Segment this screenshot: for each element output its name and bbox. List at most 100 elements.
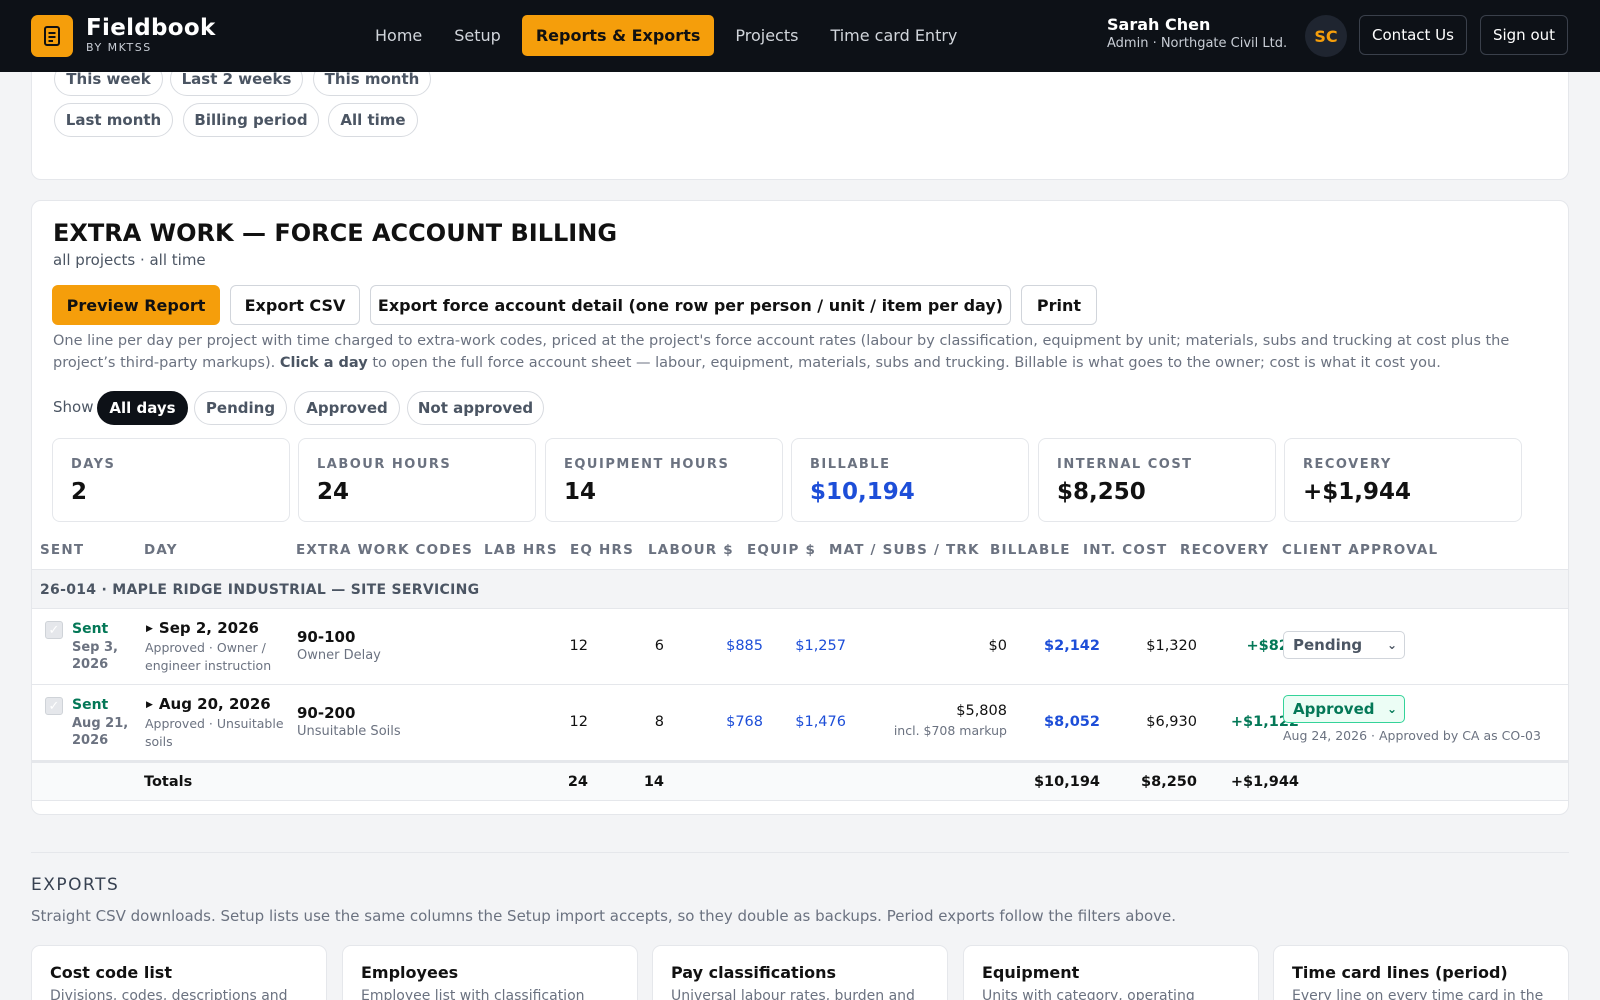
nav-home[interactable]: Home [360, 15, 437, 56]
eq-hrs-value: 8 [654, 714, 664, 730]
sent-checkbox[interactable]: ✓ [45, 621, 63, 639]
mat-value: $0 [988, 638, 1007, 654]
user-name: Sarah Chen [1107, 15, 1211, 34]
export-card-equipment[interactable]: Equipment Units with category, operating [963, 945, 1259, 1000]
expand-triangle-icon[interactable]: ▶ [146, 700, 153, 710]
totals-label: Totals [144, 774, 193, 790]
totals-row: Totals 24 14 $10,194 $8,250 +$1,944 [32, 761, 1568, 801]
brand-name: Fieldbook [86, 15, 216, 41]
col-extra-work-codes[interactable]: EXTRA WORK CODES [296, 542, 473, 558]
labour-value[interactable]: $768 [726, 714, 763, 730]
export-detail-button[interactable]: Export force account detail (one row per… [370, 285, 1011, 325]
brand[interactable]: Fieldbook BY MKTSS [86, 14, 216, 54]
totals-lab-hrs: 24 [567, 774, 588, 790]
export-card-time-card-lines[interactable]: Time card lines (period) Every line on e… [1273, 945, 1569, 1000]
period-chip-all-time[interactable]: All time [328, 103, 418, 137]
nav-setup[interactable]: Setup [439, 15, 516, 56]
table-row[interactable]: ✓ Sent Sep 3, 2026 ▶ Sep 2, 2026 Approved… [32, 609, 1568, 685]
exports-description: Straight CSV downloads. Setup lists use … [31, 907, 1177, 925]
work-code: 90-100 [297, 628, 356, 646]
project-group-label: 26-014 · MAPLE RIDGE INDUSTRIAL — SITE S… [40, 582, 480, 598]
sent-status: Sent [72, 697, 109, 713]
stat-equipment-hours: EQUIPMENT HOURS 14 [545, 438, 783, 522]
stat-internal-cost: INTERNAL COST $8,250 [1038, 438, 1276, 522]
table-row[interactable]: ✓ Sent Aug 21, 2026 ▶ Aug 20, 2026 Approv… [32, 685, 1568, 761]
day-link[interactable]: ▶ Sep 2, 2026 [146, 619, 259, 637]
sent-date: Aug 21, 2026 [72, 716, 129, 748]
int-cost-value: $1,320 [1146, 638, 1197, 654]
chevron-down-icon: ⌄ [1386, 702, 1397, 716]
user-role: Admin · Northgate Civil Ltd. [1107, 36, 1288, 51]
export-card-pay-classifications[interactable]: Pay classifications Universal labour rat… [652, 945, 948, 1000]
approval-note: Aug 24, 2026 · Approved by CA as CO-03 [1283, 728, 1541, 743]
col-mat-subs-trk[interactable]: MAT / SUBS / TRK [829, 542, 980, 558]
filter-all-days[interactable]: All days [97, 391, 188, 425]
expand-triangle-icon[interactable]: ▶ [146, 624, 153, 634]
period-chip-billing-period[interactable]: Billing period [183, 103, 319, 137]
stat-labour-hours: LABOUR HOURS 24 [298, 438, 536, 522]
col-int-cost[interactable]: INT. COST [1083, 542, 1167, 558]
lab-hrs-value: 12 [569, 638, 588, 654]
lab-hrs-value: 12 [569, 714, 588, 730]
client-approval-select[interactable]: Pending ⌄ [1283, 631, 1405, 659]
sent-checkbox[interactable]: ✓ [45, 697, 63, 715]
col-labour[interactable]: LABOUR $ [648, 542, 734, 558]
nav-time-card-entry[interactable]: Time card Entry [815, 15, 972, 56]
int-cost-value: $6,930 [1146, 714, 1197, 730]
top-nav-bar: Fieldbook BY MKTSS Home Setup Reports & … [0, 0, 1600, 72]
exports-title: EXPORTS [31, 875, 120, 895]
document-icon[interactable] [31, 15, 73, 57]
totals-recovery: +$1,944 [1230, 774, 1299, 790]
col-recovery[interactable]: RECOVERY [1180, 542, 1269, 558]
mat-value: $5,808 [956, 703, 1007, 719]
export-card-cost-code-list[interactable]: Cost code list Divisions, codes, descrip… [31, 945, 327, 1000]
labour-value[interactable]: $885 [726, 638, 763, 654]
section-divider [31, 852, 1569, 853]
stat-days: DAYS 2 [52, 438, 290, 522]
print-button[interactable]: Print [1021, 285, 1097, 325]
col-billable[interactable]: BILLABLE [990, 542, 1071, 558]
contact-us-button[interactable]: Contact Us [1359, 15, 1467, 55]
filter-approved[interactable]: Approved [294, 391, 400, 425]
col-lab-hrs[interactable]: LAB HRS [484, 542, 558, 558]
main-nav: Home Setup Reports & Exports Projects Ti… [360, 15, 972, 56]
totals-eq-hrs: 14 [643, 774, 664, 790]
col-eq-hrs[interactable]: EQ HRS [570, 542, 634, 558]
sent-date: Sep 3, 2026 [72, 640, 118, 672]
filter-not-approved[interactable]: Not approved [407, 391, 544, 425]
report-title: EXTRA WORK — FORCE ACCOUNT BILLING [53, 219, 618, 247]
col-day[interactable]: DAY [144, 542, 178, 558]
billable-value: $8,052 [1044, 714, 1100, 730]
click-a-day-hint: Click a day [279, 355, 368, 371]
day-note: Approved · Owner / engineer instruction [145, 640, 272, 673]
mat-markup-note: incl. $708 markup [893, 723, 1007, 738]
sign-out-button[interactable]: Sign out [1480, 15, 1568, 55]
client-approval-select[interactable]: Approved ⌄ [1283, 695, 1405, 723]
work-code-desc: Unsuitable Soils [297, 724, 401, 739]
report-description: One line per day per project with time c… [53, 333, 1510, 371]
brand-sub: BY MKTSS [86, 41, 152, 54]
col-client-approval[interactable]: CLIENT APPROVAL [1282, 542, 1438, 558]
preview-report-button[interactable]: Preview Report [52, 285, 220, 325]
project-group-row[interactable]: 26-014 · MAPLE RIDGE INDUSTRIAL — SITE S… [32, 569, 1568, 609]
eq-hrs-value: 6 [654, 638, 664, 654]
stat-recovery: RECOVERY +$1,944 [1284, 438, 1522, 522]
nav-projects[interactable]: Projects [720, 15, 813, 56]
col-equip[interactable]: EQUIP $ [747, 542, 816, 558]
equip-value[interactable]: $1,257 [795, 638, 846, 654]
export-csv-button[interactable]: Export CSV [230, 285, 360, 325]
day-note: Approved · Unsuitable soils [145, 716, 284, 749]
totals-billable: $10,194 [1033, 774, 1100, 790]
period-chip-last-month[interactable]: Last month [54, 103, 173, 137]
work-code: 90-200 [297, 704, 356, 722]
day-link[interactable]: ▶ Aug 20, 2026 [146, 695, 271, 713]
totals-int-cost: $8,250 [1141, 774, 1197, 790]
avatar[interactable]: SC [1305, 15, 1347, 57]
equip-value[interactable]: $1,476 [795, 714, 846, 730]
nav-reports-exports[interactable]: Reports & Exports [521, 15, 715, 56]
export-card-employees[interactable]: Employees Employee list with classificat… [342, 945, 638, 1000]
col-sent[interactable]: SENT [40, 542, 84, 558]
force-account-report-card: EXTRA WORK — FORCE ACCOUNT BILLING all p… [31, 200, 1569, 815]
filter-pending[interactable]: Pending [194, 391, 287, 425]
show-label: Show [53, 398, 94, 416]
